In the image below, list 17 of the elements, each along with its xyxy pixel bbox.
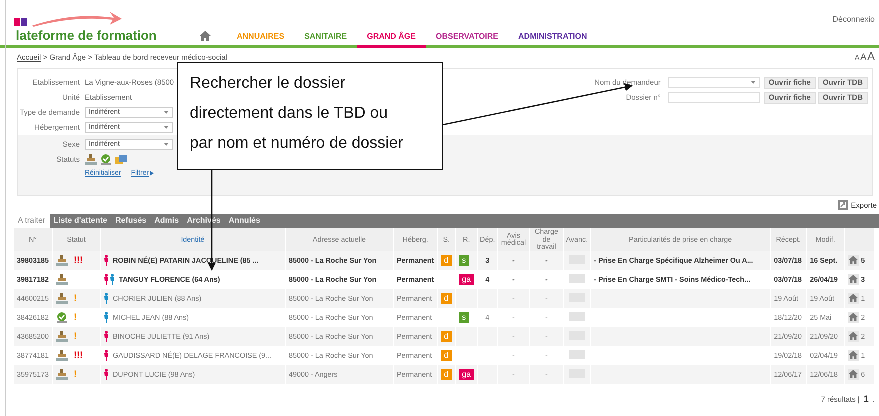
status-badge: s: [459, 254, 470, 266]
alert-mark: !: [74, 369, 77, 380]
alert-mark: !!!: [74, 255, 83, 266]
status-badge: d: [441, 292, 452, 304]
alert-mark: !: [74, 331, 77, 342]
status-badge: d: [441, 350, 452, 361]
alert-mark: !: [74, 293, 77, 304]
status-badge: ga: [459, 274, 474, 285]
alert-mark: !!!: [74, 350, 83, 360]
status-badge: d: [441, 330, 452, 342]
callout: Rechercher le dossier directement dans le TBD ou par nom et numéro de dossier: [177, 62, 443, 170]
status-badge: ga: [459, 368, 474, 380]
site-title: lateforme de formation: [16, 28, 158, 45]
alert-mark: !: [74, 312, 77, 322]
status-badge: d: [441, 254, 452, 266]
status-badge: d: [441, 368, 452, 380]
status-badge: s: [459, 312, 470, 323]
